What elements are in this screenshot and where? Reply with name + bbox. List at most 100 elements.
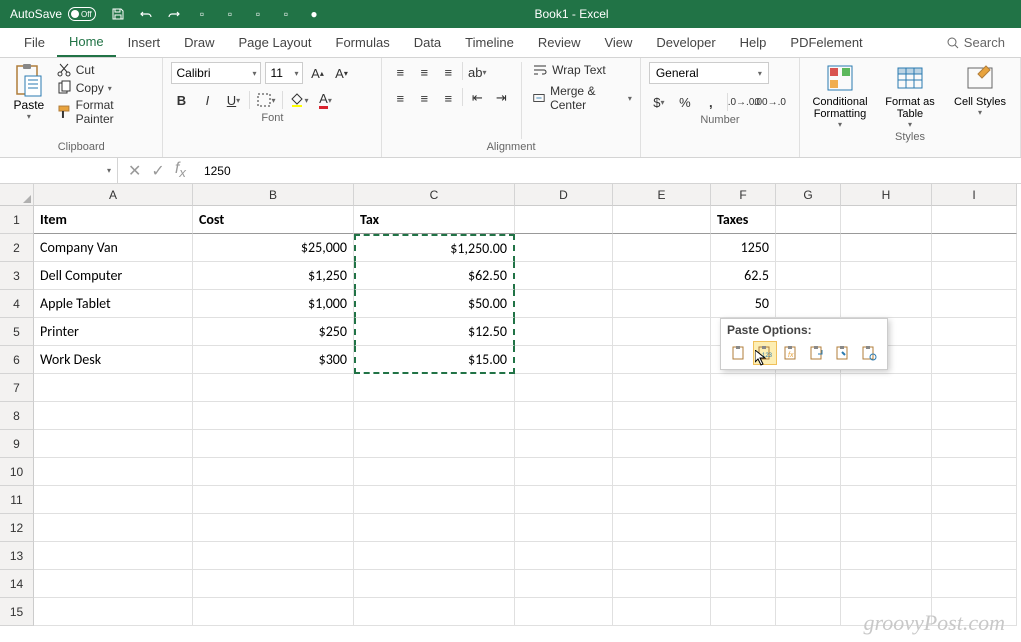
cell-F3[interactable]: 62.5 [711,262,776,290]
tab-draw[interactable]: Draw [172,29,226,56]
cell-A15[interactable] [34,598,193,626]
cell-E11[interactable] [613,486,711,514]
cell-E8[interactable] [613,402,711,430]
cell-G12[interactable] [776,514,841,542]
cell-H8[interactable] [841,402,932,430]
cell-D5[interactable] [515,318,613,346]
paste-option-transpose[interactable] [805,341,829,365]
cell-H9[interactable] [841,430,932,458]
fx-icon[interactable]: fx [175,160,186,180]
qat-icon[interactable]: ▫ [278,6,294,22]
cell-B15[interactable] [193,598,354,626]
cell-C1[interactable]: Tax [354,206,515,234]
cancel-icon[interactable]: ✕ [128,161,141,181]
tab-page-layout[interactable]: Page Layout [227,29,324,56]
row-header-1[interactable]: 1 [0,206,34,234]
cell-A3[interactable]: Dell Computer [34,262,193,290]
cell-A14[interactable] [34,570,193,598]
cell-H12[interactable] [841,514,932,542]
merge-center-button[interactable]: Merge & Center ▾ [532,84,632,112]
cell-A6[interactable]: Work Desk [34,346,193,374]
cell-I11[interactable] [932,486,1017,514]
tab-data[interactable]: Data [402,29,453,56]
tab-view[interactable]: View [592,29,644,56]
cell-A10[interactable] [34,458,193,486]
cell-D15[interactable] [515,598,613,626]
column-header-G[interactable]: G [776,184,841,206]
cell-H13[interactable] [841,542,932,570]
cell-C13[interactable] [354,542,515,570]
cell-G15[interactable] [776,598,841,626]
cell-D13[interactable] [515,542,613,570]
paste-option-link[interactable] [857,341,881,365]
cell-I3[interactable] [932,262,1017,290]
cell-E7[interactable] [613,374,711,402]
cell-A1[interactable]: Item [34,206,193,234]
cell-E3[interactable] [613,262,711,290]
cell-F2[interactable]: 1250 [711,234,776,262]
row-header-7[interactable]: 7 [0,374,34,402]
cell-A8[interactable] [34,402,193,430]
tab-file[interactable]: File [12,29,57,56]
tab-timeline[interactable]: Timeline [453,29,526,56]
cell-A4[interactable]: Apple Tablet [34,290,193,318]
cell-G9[interactable] [776,430,841,458]
cell-D1[interactable] [515,206,613,234]
cell-H3[interactable] [841,262,932,290]
cell-I10[interactable] [932,458,1017,486]
formula-input[interactable]: 1250 [196,164,1021,178]
save-icon[interactable] [110,6,126,22]
qat-icon[interactable]: ▫ [194,6,210,22]
column-header-H[interactable]: H [841,184,932,206]
column-header-E[interactable]: E [613,184,711,206]
cell-B14[interactable] [193,570,354,598]
cell-G3[interactable] [776,262,841,290]
borders-button[interactable]: ▾ [256,90,276,110]
copy-button[interactable]: Copy ▾ [56,80,155,96]
cell-B2[interactable]: $25,000 [193,234,354,262]
cell-B1[interactable]: Cost [193,206,354,234]
cell-F1[interactable]: Taxes [711,206,776,234]
cell-E15[interactable] [613,598,711,626]
cell-E10[interactable] [613,458,711,486]
italic-button[interactable]: I [197,90,217,110]
cell-D12[interactable] [515,514,613,542]
cell-E14[interactable] [613,570,711,598]
cell-I2[interactable] [932,234,1017,262]
row-header-4[interactable]: 4 [0,290,34,318]
cell-G8[interactable] [776,402,841,430]
cell-D9[interactable] [515,430,613,458]
cell-B9[interactable] [193,430,354,458]
enter-icon[interactable]: ✓ [151,161,164,181]
cell-H11[interactable] [841,486,932,514]
cell-I4[interactable] [932,290,1017,318]
wrap-text-button[interactable]: Wrap Text [532,62,632,78]
cell-E9[interactable] [613,430,711,458]
cell-B6[interactable]: $300 [193,346,354,374]
cell-F13[interactable] [711,542,776,570]
increase-decimal-button[interactable]: .0→.00 [734,92,754,112]
align-middle-icon[interactable]: ≡ [414,62,434,82]
cell-G13[interactable] [776,542,841,570]
cell-C14[interactable] [354,570,515,598]
row-header-13[interactable]: 13 [0,542,34,570]
number-format-combo[interactable]: General▾ [649,62,769,84]
cell-A13[interactable] [34,542,193,570]
cell-E6[interactable] [613,346,711,374]
cell-F7[interactable] [711,374,776,402]
column-header-B[interactable]: B [193,184,354,206]
cell-F11[interactable] [711,486,776,514]
cell-B11[interactable] [193,486,354,514]
redo-icon[interactable] [166,6,182,22]
cell-H1[interactable] [841,206,932,234]
column-header-F[interactable]: F [711,184,776,206]
cell-H2[interactable] [841,234,932,262]
cell-G4[interactable] [776,290,841,318]
cell-A9[interactable] [34,430,193,458]
increase-indent-icon[interactable]: ⇥ [491,88,511,108]
cell-C10[interactable] [354,458,515,486]
cell-H10[interactable] [841,458,932,486]
cell-B10[interactable] [193,458,354,486]
cell-B5[interactable]: $250 [193,318,354,346]
tab-help[interactable]: Help [728,29,779,56]
